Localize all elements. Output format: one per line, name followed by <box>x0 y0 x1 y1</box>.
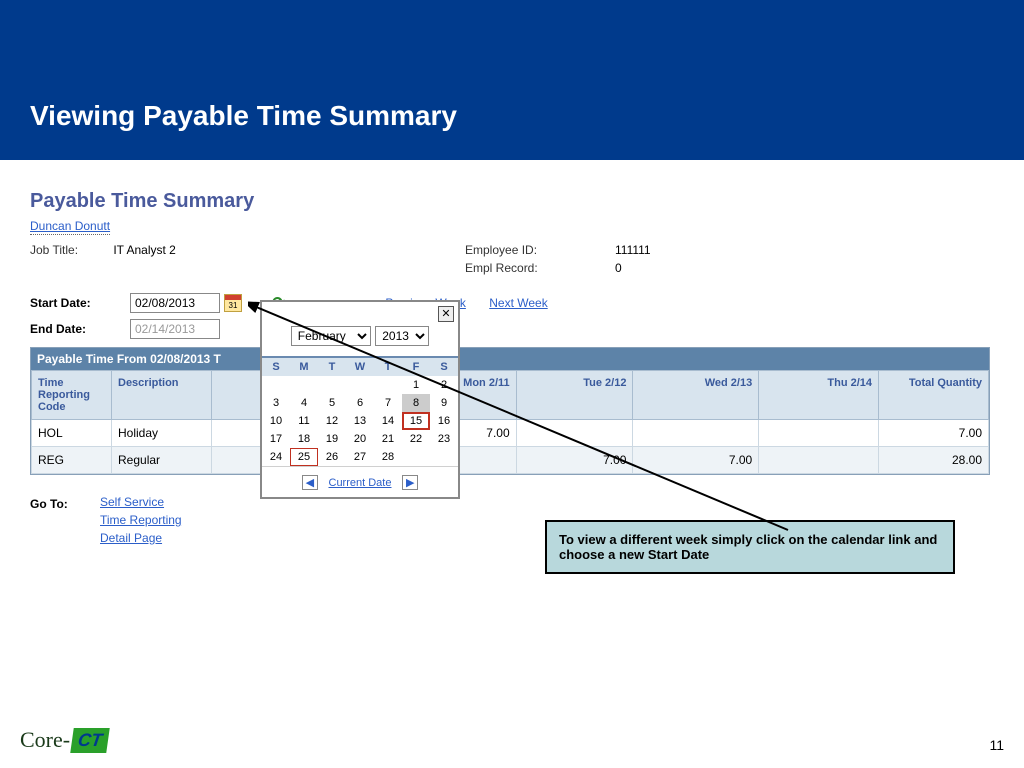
cal-day[interactable]: 19 <box>318 430 346 448</box>
core-ct-logo: Core-CT <box>20 727 108 753</box>
cal-day[interactable]: 6 <box>346 394 374 412</box>
month-select[interactable]: February <box>291 326 371 346</box>
empl-record-value: 0 <box>615 261 622 275</box>
cell: 7.00 <box>516 447 633 474</box>
cal-dow: W <box>346 357 374 376</box>
cal-day <box>374 376 402 394</box>
col-thu: Thu 2/14 <box>759 371 879 420</box>
end-date-input[interactable] <box>130 319 220 339</box>
cell-code: REG <box>32 447 112 474</box>
cal-day[interactable]: 7 <box>374 394 402 412</box>
goto-self-service[interactable]: Self Service <box>100 495 182 509</box>
job-title-value: IT Analyst 2 <box>113 243 175 257</box>
cal-day[interactable]: 28 <box>374 448 402 466</box>
cal-day <box>402 448 430 466</box>
start-date-label: Start Date: <box>30 296 130 310</box>
start-date-input[interactable] <box>130 293 220 313</box>
cal-day <box>430 448 458 466</box>
cell-total: 28.00 <box>879 447 989 474</box>
close-icon[interactable]: ✕ <box>438 306 454 322</box>
cal-dow: S <box>430 357 458 376</box>
cal-day[interactable]: 14 <box>374 412 402 430</box>
payable-time-grid: Payable Time From 02/08/2013 T Time Repo… <box>30 347 990 475</box>
cell <box>516 420 633 447</box>
calendar-icon[interactable]: 31 <box>224 294 242 312</box>
cal-day[interactable]: 9 <box>430 394 458 412</box>
cal-day[interactable]: 20 <box>346 430 374 448</box>
cal-day[interactable]: 16 <box>430 412 458 430</box>
page-number: 11 <box>989 737 1004 753</box>
cell-desc: Holiday <box>112 420 212 447</box>
cal-day[interactable]: 1 <box>402 376 430 394</box>
cal-day[interactable]: 23 <box>430 430 458 448</box>
cal-dow: T <box>374 357 402 376</box>
col-wed: Wed 2/13 <box>633 371 759 420</box>
slide-title: Viewing Payable Time Summary <box>30 100 1024 132</box>
cal-day[interactable]: 18 <box>290 430 318 448</box>
cal-day[interactable]: 2 <box>430 376 458 394</box>
calendar-grid: SMTWTFS 12345678910111213141516171819202… <box>262 356 458 466</box>
grid-title: Payable Time From 02/08/2013 T <box>31 348 989 370</box>
cal-day <box>346 376 374 394</box>
cell-code: HOL <box>32 420 112 447</box>
cal-day <box>262 376 290 394</box>
cal-dow: M <box>290 357 318 376</box>
cal-dow: S <box>262 357 290 376</box>
cal-day[interactable]: 13 <box>346 412 374 430</box>
end-date-label: End Date: <box>30 322 130 336</box>
cal-day <box>318 376 346 394</box>
col-desc: Description <box>112 371 212 420</box>
emp-id-label: Employee ID: <box>465 243 615 257</box>
empl-record-label: Empl Record: <box>465 261 615 275</box>
cal-day[interactable]: 21 <box>374 430 402 448</box>
job-title-label: Job Title: <box>30 243 110 257</box>
goto-time-reporting[interactable]: Time Reporting <box>100 513 182 527</box>
cell: 7.00 <box>633 447 759 474</box>
col-trc: Time Reporting Code <box>32 371 112 420</box>
employee-name-link[interactable]: Duncan Donutt <box>30 219 110 235</box>
col-total: Total Quantity <box>879 371 989 420</box>
next-month-icon[interactable]: ▶ <box>402 475 418 490</box>
cal-day[interactable]: 8 <box>402 394 430 412</box>
emp-id-value: 111111 <box>615 243 651 257</box>
cal-day[interactable]: 5 <box>318 394 346 412</box>
cell-desc: Regular <box>112 447 212 474</box>
goto-label: Go To: <box>30 495 100 549</box>
cal-day[interactable]: 3 <box>262 394 290 412</box>
year-select[interactable]: 2013 <box>375 326 429 346</box>
cell <box>759 447 879 474</box>
next-week-link[interactable]: Next Week <box>489 296 547 310</box>
cal-day[interactable]: 27 <box>346 448 374 466</box>
page-title: Payable Time Summary <box>30 190 994 213</box>
cal-day <box>290 376 318 394</box>
col-tue: Tue 2/12 <box>516 371 633 420</box>
instruction-callout: To view a different week simply click on… <box>545 520 955 574</box>
prev-month-icon[interactable]: ◀ <box>302 475 318 490</box>
goto-detail-page[interactable]: Detail Page <box>100 531 182 545</box>
cell-total: 7.00 <box>879 420 989 447</box>
calendar-popup: ✕ February 2013 SMTWTFS 1234567891011121… <box>260 300 460 499</box>
cell <box>633 420 759 447</box>
cal-day[interactable]: 4 <box>290 394 318 412</box>
table-row: HOL Holiday 7.00 7.00 <box>32 420 989 447</box>
table-row: REG Regular 7.00 7.00 7.00 28.00 <box>32 447 989 474</box>
cal-day[interactable]: 11 <box>290 412 318 430</box>
cal-dow: F <box>402 357 430 376</box>
cal-day[interactable]: 24 <box>262 448 290 466</box>
cal-day[interactable]: 26 <box>318 448 346 466</box>
cal-day[interactable]: 15 <box>402 412 430 430</box>
cal-dow: T <box>318 357 346 376</box>
cell <box>759 420 879 447</box>
cal-day[interactable]: 25 <box>290 448 318 466</box>
cal-day[interactable]: 17 <box>262 430 290 448</box>
cal-day[interactable]: 22 <box>402 430 430 448</box>
cal-day[interactable]: 10 <box>262 412 290 430</box>
current-date-link[interactable]: Current Date <box>329 477 392 489</box>
cal-day[interactable]: 12 <box>318 412 346 430</box>
